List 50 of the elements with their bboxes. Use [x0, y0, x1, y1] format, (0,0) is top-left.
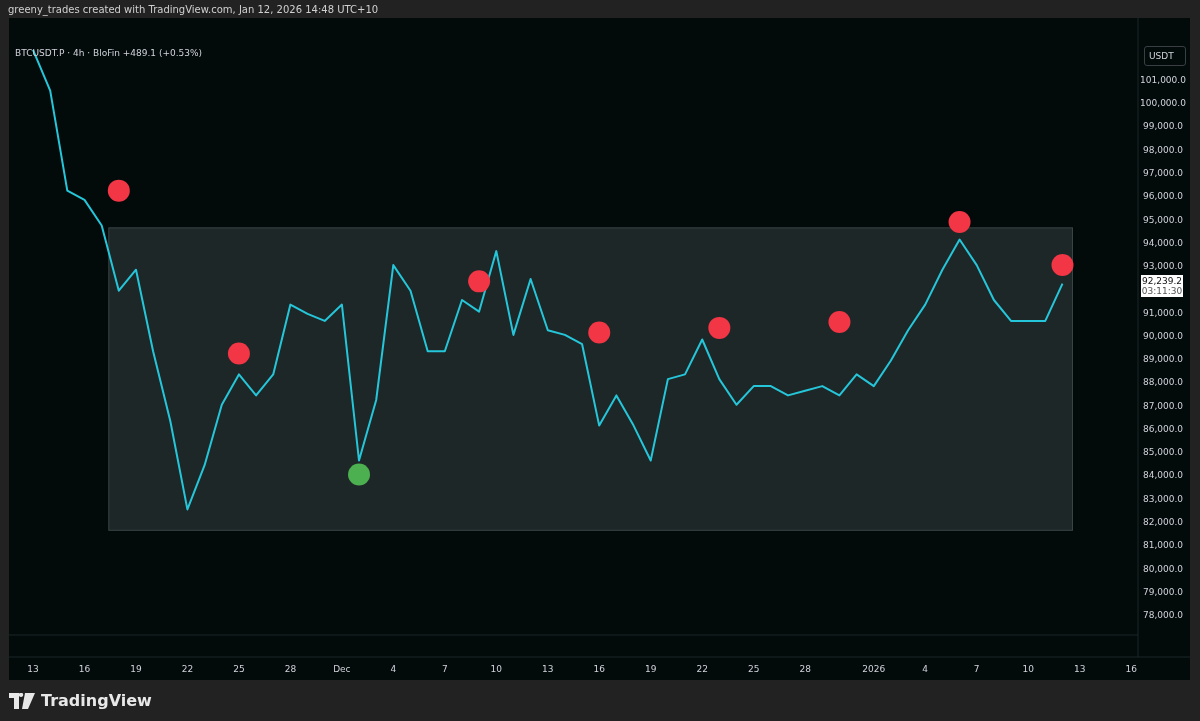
- axis-label: 22: [696, 664, 708, 674]
- axis-label: 100,000.0: [1140, 98, 1186, 109]
- axis-label: 7: [441, 664, 448, 674]
- axis-label: 7: [973, 664, 980, 674]
- axis-label: 96,000.0: [1142, 191, 1184, 202]
- axis-label: 90,000.0: [1142, 330, 1184, 341]
- price-label: 92,239.2 03:11:30: [1141, 274, 1183, 297]
- axis-label: 25: [747, 664, 760, 674]
- axis-label: 89,000.0: [1142, 354, 1184, 365]
- axis-label: 28: [799, 664, 811, 674]
- currency-button[interactable]: USDT: [1144, 46, 1186, 66]
- axis-label: 4: [390, 664, 397, 674]
- axis-label: 16: [593, 664, 605, 674]
- axis-label: 86,000.0: [1142, 423, 1184, 434]
- axis-label: 16: [78, 664, 91, 674]
- axis-label: 19: [130, 664, 142, 674]
- axis-label: Dec: [333, 664, 351, 674]
- axis-label: 83,000.0: [1142, 493, 1184, 504]
- axis-label: 87,000.0: [1142, 400, 1184, 411]
- axis-label: 81,000.0: [1142, 540, 1184, 551]
- logo-icon: [9, 692, 35, 709]
- logo-text: TradingView: [41, 691, 152, 710]
- axis-label: 25: [233, 664, 245, 674]
- axis-label: 91,000.0: [1142, 307, 1184, 318]
- axis-label: 2026: [862, 664, 886, 674]
- header-text: greeny_trades created with TradingView.com, Jan 12, 2026 14:48 UTC+10: [8, 3, 379, 15]
- axis-label: 13: [27, 664, 39, 674]
- axis-label: 80,000.0: [1142, 563, 1184, 574]
- axis-label: 4: [922, 664, 929, 674]
- axis-label: 82,000.0: [1142, 517, 1184, 527]
- axis-label: 101,000.0: [1140, 74, 1186, 85]
- axis-label: 99,000.0: [1142, 121, 1184, 132]
- axis-label: 78,000.0: [1142, 610, 1184, 621]
- axis-label: 13: [542, 664, 554, 674]
- axis-label: 16: [1125, 664, 1137, 674]
- axis-label: 85,000.0: [1142, 447, 1184, 458]
- axis-label: 22: [181, 664, 194, 674]
- axis-label: 98,000.0: [1142, 144, 1184, 155]
- axis-label: 95,000.0: [1142, 214, 1184, 225]
- axis-label: 13: [1073, 664, 1086, 674]
- axis-label: 93,000.0: [1142, 261, 1184, 272]
- axis-label: 10: [490, 664, 502, 674]
- axis-label: 94,000.0: [1142, 237, 1184, 248]
- axis-label: 97,000.0: [1142, 168, 1184, 178]
- axis-label: 19: [645, 664, 657, 674]
- axis-label: 10: [1022, 664, 1034, 674]
- axis-label: 79,000.0: [1142, 586, 1184, 597]
- axis-label: 88,000.0: [1142, 377, 1184, 388]
- axis-label: 28: [284, 664, 297, 674]
- axis-label: 84,000.0: [1142, 470, 1184, 481]
